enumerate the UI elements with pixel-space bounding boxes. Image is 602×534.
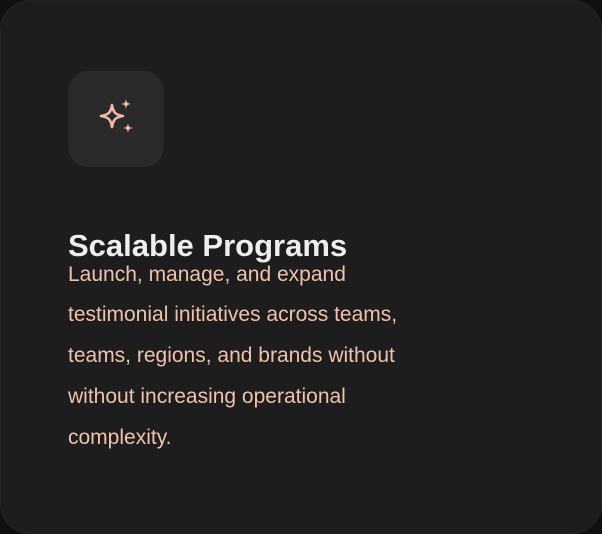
icon-tile (68, 71, 164, 167)
description-line: complexity. (68, 426, 172, 449)
description-line: testimonial initiatives across teams, (68, 303, 398, 326)
feature-card: Scalable Programs Launch, manage, and ex… (0, 0, 602, 534)
description-line: Launch, manage, and expand (68, 263, 346, 286)
card-description: Launch, manage, and expand testimonial i… (68, 254, 568, 460)
description-line: teams, regions, and brands without (68, 344, 395, 367)
sparkles-icon (99, 99, 133, 133)
description-line: without increasing operational (68, 385, 346, 408)
